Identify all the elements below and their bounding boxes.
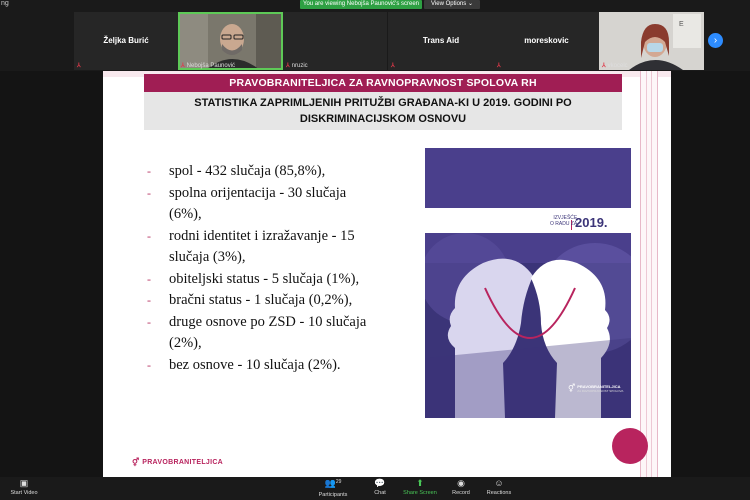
participant-tile[interactable]: Željka Burić ⅄ (74, 12, 178, 70)
participant-tag: ⅄ (391, 62, 395, 69)
participant-video-tile[interactable]: ⅄ Nebojša Paunović (178, 12, 283, 70)
bullet-text: bez osnove - 10 slučaja (2%). (169, 356, 341, 373)
slide-header: PRAVOBRANITELJICA ZA RAVNOPRAVNOST SPOLO… (144, 74, 622, 92)
viewing-screen-banner: You are viewing Nebojša Paunović's scree… (300, 0, 422, 9)
bullet-dash-icon: - (147, 164, 151, 178)
participant-name: Željka Burić (103, 36, 149, 45)
report-cover-image: . IZVJEŠĆE O RADU ZA 2019. ⚥ PRAVOBRANIT… (425, 148, 631, 418)
participant-tag: ⅄ vkocelc (602, 62, 628, 70)
reactions-icon: ☺ (494, 478, 504, 488)
top-bar: ng You are viewing Nebojša Paunović's sc… (0, 0, 750, 10)
participants-icon: 👥29 (324, 478, 342, 488)
bullet-text: obiteljski status - 5 slučaja (1%), (169, 270, 360, 287)
bullet-dash-icon: - (147, 314, 151, 329)
bullet-list: - spol - 432 slučaja (85,8%), - spolna orij… (143, 161, 403, 376)
gender-symbol-icon: ⚥ (568, 384, 576, 393)
bullet-item: - bračni status - 1 slučaja (0,2%), (143, 290, 403, 312)
participant-tag: ⅄ Nebojša Paunović (181, 62, 236, 70)
bullet-text: bračni status - 1 slučaja (0,2%), (169, 292, 353, 308)
next-page-icon[interactable]: › (708, 33, 723, 48)
bullet-text: rodni identitet i izražavanje - 15 (169, 227, 355, 244)
bullet-dash-icon: - (147, 271, 151, 286)
cover-year: 2019. (575, 215, 608, 230)
reactions-button[interactable]: ☺ Reactions (484, 478, 514, 497)
bullet-item: - spol - 432 slučaja (85,8%), (143, 161, 403, 183)
bullet-text: spolna orijentacija - 30 slučaja (169, 184, 347, 201)
share-screen-button[interactable]: ⬆ Share Screen (400, 478, 440, 497)
bullet-text: spol - 432 slučaja (85,8%), (169, 163, 326, 179)
presentation-slide: PRAVOBRANITELJICA ZA RAVNOPRAVNOST SPOLO… (103, 71, 671, 477)
bullet-text: druge osnove po ZSD - 10 slučaja (169, 313, 367, 330)
decorative-circle (612, 428, 648, 464)
bullet-item: - spolna orijentacija - 30 slučaja (6%), (143, 183, 403, 226)
bullet-item: - druge osnove po ZSD - 10 slučaja (2%), (143, 312, 403, 355)
participants-button[interactable]: 👥29 Participants (315, 478, 351, 499)
participant-tag: ⅄ (497, 62, 501, 69)
bullet-text: (2%), (169, 335, 202, 351)
muted-mic-icon: ⅄ (391, 63, 395, 69)
decorative-rail (640, 71, 658, 477)
zoom-window: ng You are viewing Nebojša Paunović's sc… (0, 0, 750, 500)
cover-publisher: ⚥ PRAVOBRANITELJICA ZA RAVNOPRAVNOST SPO… (568, 384, 624, 393)
record-icon: ◉ (457, 478, 465, 488)
bullet-text: (6%), (169, 206, 202, 222)
bullet-dash-icon: - (147, 293, 151, 307)
bullet-text: slučaja (3%), (169, 249, 246, 265)
muted-mic-icon: ⅄ (181, 63, 185, 69)
bullet-item: - obiteljski status - 5 slučaja (1%), (143, 269, 403, 291)
participant-name: Trans Aid (422, 36, 460, 45)
bullet-dash-icon: - (147, 357, 151, 372)
share-screen-icon: ⬆ (416, 478, 424, 488)
chat-icon: 💬 (374, 478, 386, 488)
view-options-button[interactable]: View Options ⌄ (424, 0, 480, 9)
muted-mic-icon: ⅄ (497, 63, 501, 69)
participant-tag: ⅄ (77, 62, 81, 69)
muted-mic-icon: ⅄ (77, 63, 81, 69)
participant-tag: ⅄ nruzic (286, 62, 308, 70)
chat-button[interactable]: 💬 Chat (368, 478, 392, 497)
cover-report-label: IZVJEŠĆE O RADU ZA (550, 215, 578, 227)
bullet-dash-icon: - (147, 185, 151, 200)
participant-name: moreskovic (524, 36, 569, 45)
meeting-toolbar: ▣ Start Video 👥29 Participants 💬 Chat ⬆ … (0, 477, 750, 500)
participant-tile[interactable]: moreskovic ⅄ (494, 12, 599, 70)
participant-tile[interactable]: ⅄ nruzic (283, 12, 387, 70)
record-button[interactable]: ◉ Record (448, 478, 474, 497)
participant-video-tile[interactable]: E ⅄ vkocelc (599, 12, 704, 70)
muted-mic-icon: ⅄ (286, 63, 290, 69)
cropped-title-fragment: ng (1, 0, 9, 7)
svg-text:E: E (679, 21, 684, 28)
footer-logo: ⚥ PRAVOBRANITELJICA (132, 458, 224, 467)
video-off-icon: ▣ (19, 478, 29, 488)
muted-mic-icon: ⅄ (602, 63, 606, 69)
gender-symbol-icon: ⚥ (132, 458, 140, 467)
bullet-item: - rodni identitet i izražavanje - 15 sluča… (143, 226, 403, 269)
bullet-item: - bez osnove - 10 slučaja (2%). (143, 355, 403, 377)
slide-subtitle: STATISTIKA ZAPRIMLJENIH PRITUŽBI GRAĐANA… (144, 92, 622, 130)
start-video-button[interactable]: ▣ Start Video (8, 478, 40, 497)
bullet-dash-icon: - (147, 228, 151, 243)
participant-tile[interactable]: Trans Aid ⅄ (388, 12, 494, 70)
